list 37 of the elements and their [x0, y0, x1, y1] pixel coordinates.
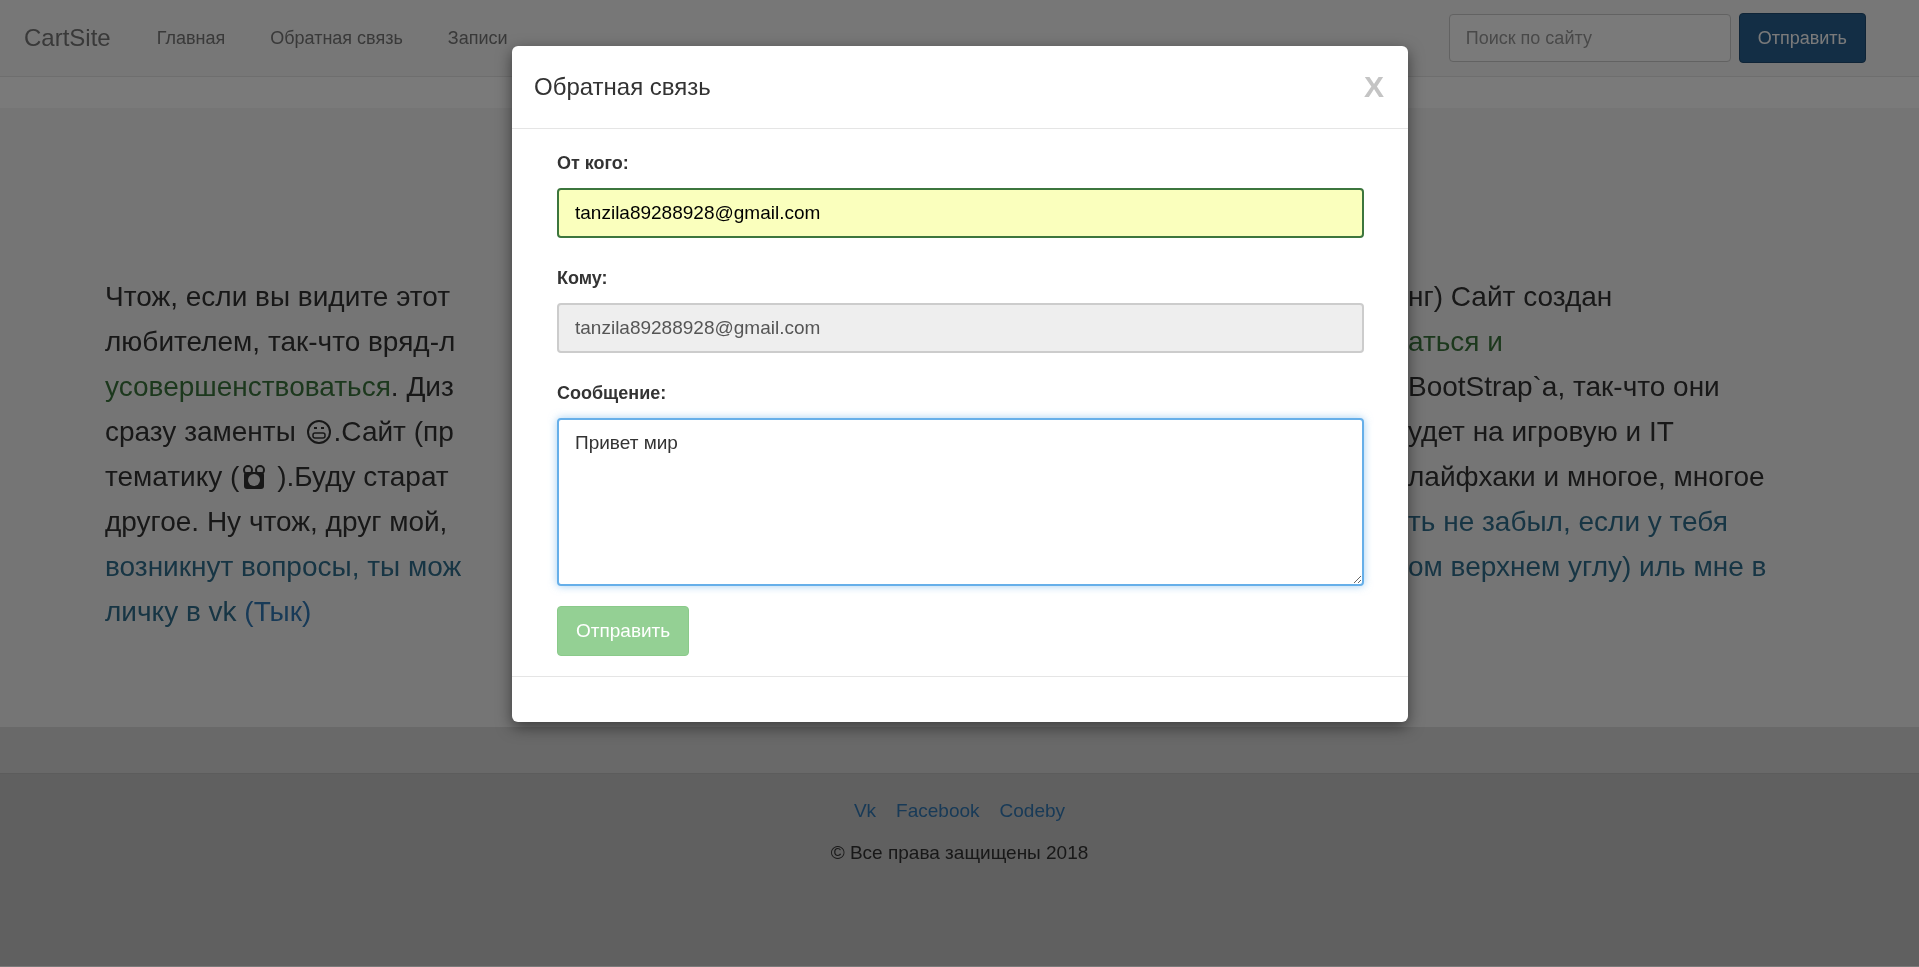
paragraph-text: нг) Сайт создан [1408, 280, 1613, 313]
paragraph-text: .Сайт (пр [333, 415, 454, 448]
paragraph-text: ).Буду старат [276, 460, 449, 493]
text-link[interactable]: личку в vk [105, 595, 245, 628]
paragraph-text: BootStrap`a, так-что они [1408, 370, 1720, 403]
field-label: От кого: [557, 153, 630, 174]
text-link[interactable]: возникнут вопросы, ты мож [105, 550, 462, 583]
nav-link[interactable]: Главная [156, 27, 226, 49]
footer-link[interactable]: Facebook [896, 800, 980, 822]
input-field[interactable]: tanzila89288928@gmail.com [557, 188, 1364, 238]
paragraph-text: любителем, так-что вряд-л [105, 325, 456, 358]
nav-link[interactable]: Записи [447, 27, 508, 49]
footer-link[interactable]: Vk [853, 800, 877, 822]
paragraph-text: Чтож, если вы видите этот [105, 280, 451, 313]
copyright-text: © Все права защищены 2018 [830, 842, 1089, 864]
paragraph-text: лайфхаки и многое, многое [1408, 460, 1765, 493]
text-link[interactable]: ть не забыл, если у тебя [1408, 505, 1728, 538]
paragraph-text: тематику ( [105, 460, 240, 493]
submit-button[interactable]: Отправить [1738, 13, 1866, 63]
paragraph-text: сразу заменты [105, 415, 297, 448]
hands-emoji-icon [241, 463, 268, 490]
paragraph-text: удет на игровую и IT [1408, 415, 1674, 448]
field-label: Сообщение: [557, 383, 668, 404]
message-field[interactable]: Привет мир [557, 418, 1364, 586]
paragraph-text: . Диз [390, 370, 454, 403]
text-link[interactable]: усовершенствоваться [105, 370, 391, 403]
footer-link[interactable]: Codeby [999, 800, 1066, 822]
grin-emoji-icon [305, 418, 332, 445]
paragraph-text: другое. Ну чтож, друг мой, [105, 505, 448, 538]
field-label: Кому: [557, 268, 609, 289]
modal-title: Обратная связь [534, 73, 711, 101]
close-button[interactable]: X [1364, 70, 1384, 104]
text-link[interactable]: аться и [1408, 325, 1503, 358]
text-link[interactable]: ом верхнем углу) иль мне в [1408, 550, 1767, 583]
nav-link[interactable]: Обратная связь [270, 27, 403, 49]
brand-link[interactable]: CartSite [24, 24, 111, 52]
text-link[interactable]: (Тык) [244, 595, 312, 628]
